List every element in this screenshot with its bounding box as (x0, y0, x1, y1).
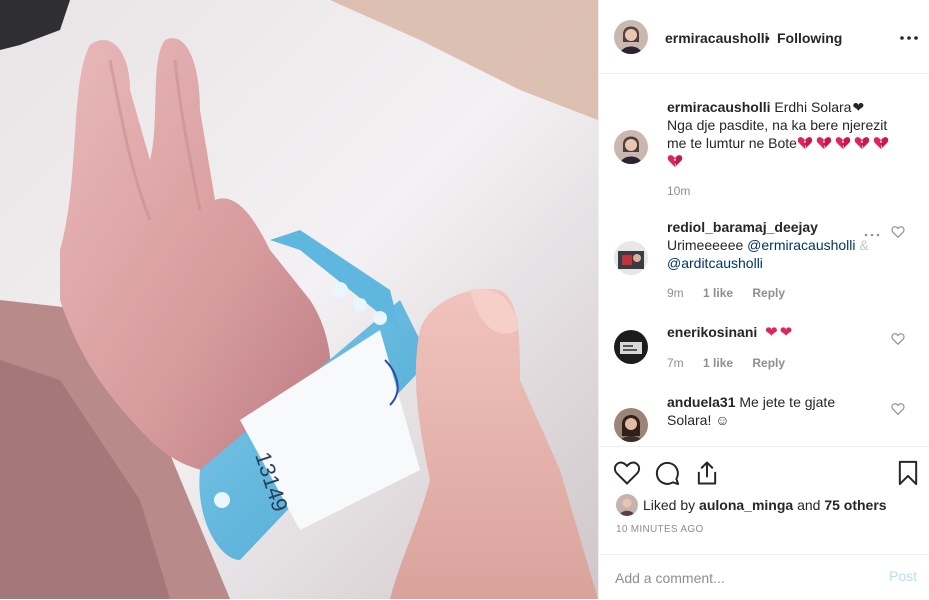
more-dots-icon[interactable] (899, 28, 919, 48)
comment-username[interactable]: anduela31 (667, 394, 735, 410)
comment-options-icon[interactable] (863, 227, 881, 237)
reply-button[interactable]: Reply (752, 286, 785, 300)
comment-text: enerikosinani ❤ ❤ (667, 323, 897, 342)
commenter-avatar[interactable] (614, 241, 648, 275)
post-timestamp[interactable]: 10 MINUTES AGO (616, 524, 704, 535)
post-photo[interactable]: 13149 (0, 0, 598, 599)
post-header: ermiracausholli • Following (599, 0, 929, 74)
liker-avatar[interactable] (616, 494, 638, 516)
comment-meta: 9m 1 like Reply (667, 286, 801, 300)
comment-time[interactable]: 9m (667, 286, 684, 300)
caption-line-3: me te lumtur ne Bote (667, 135, 797, 151)
caption-meta: 10m (667, 184, 706, 198)
separator-dot: • (765, 30, 770, 46)
comment-username[interactable]: enerikosinani (667, 324, 757, 340)
comment-body-2: Solara! ☺ (667, 412, 730, 428)
likes-mid: and (793, 497, 825, 513)
post-actions: Liked by aulona_minga and 75 others 10 M… (599, 446, 929, 599)
commenter-avatar[interactable] (614, 330, 648, 364)
broken-heart-icon (816, 137, 832, 149)
heart-outline-icon[interactable] (613, 459, 641, 487)
comment-like-icon[interactable] (891, 402, 905, 416)
likes-summary: Liked by aulona_minga and 75 others (643, 497, 887, 513)
broken-heart-icon (835, 137, 851, 149)
commenter-avatar[interactable] (614, 408, 648, 442)
likes-prefix: Liked by (643, 497, 700, 513)
red-heart-icon: ❤ (779, 324, 793, 341)
black-heart-icon: ❤ (852, 99, 865, 115)
broken-heart-icon (854, 137, 870, 149)
comment-input[interactable] (615, 567, 875, 589)
comment-like-icon[interactable] (891, 225, 905, 239)
author-avatar[interactable] (614, 20, 648, 54)
comment-body: Me jete te gjate (739, 394, 836, 410)
broken-heart-icon (873, 137, 889, 149)
reply-button[interactable]: Reply (752, 356, 785, 370)
baby-hand-photo: 13149 (0, 0, 598, 599)
bookmark-icon[interactable] (894, 459, 922, 487)
comment-username[interactable]: rediol_baramaj_deejay (667, 219, 818, 235)
post-button[interactable]: Post (889, 568, 917, 584)
caption-author-avatar[interactable] (614, 130, 648, 164)
mention-link[interactable]: @ermiracausholli (747, 237, 855, 253)
red-heart-icon: ❤ (765, 324, 778, 341)
likes-others-link[interactable]: 75 others (824, 497, 886, 513)
comments-list[interactable]: ermiracausholli Erdhi Solara❤ Nga dje pa… (599, 75, 929, 446)
comment-like-icon[interactable] (891, 332, 905, 346)
caption-text: ermiracausholli Erdhi Solara❤ Nga dje pa… (667, 98, 897, 170)
comment-time[interactable]: 7m (667, 356, 684, 370)
broken-heart-icon (667, 155, 683, 167)
comment-likes[interactable]: 1 like (703, 356, 733, 370)
comment-text: anduela31 Me jete te gjate Solara! ☺ (667, 393, 897, 429)
caption-line-1: Erdhi Solara (774, 99, 852, 115)
broken-heart-icon (797, 137, 813, 149)
following-button[interactable]: Following (777, 30, 842, 46)
share-icon[interactable] (693, 459, 721, 487)
caption-username[interactable]: ermiracausholli (667, 99, 771, 115)
liker-username[interactable]: aulona_minga (699, 497, 793, 513)
comment-meta: 7m 1 like Reply (667, 356, 801, 370)
mention-link[interactable]: @arditcausholli (667, 255, 763, 271)
comment-bubble-icon[interactable] (653, 459, 681, 487)
caption-time[interactable]: 10m (667, 184, 690, 198)
comment-body: Urimeeeeee (667, 237, 748, 253)
author-username[interactable]: ermiracausholli (665, 30, 769, 46)
caption-line-2: Nga dje pasdite, na ka bere njerezit (667, 117, 888, 133)
add-comment-bar: Post (599, 554, 929, 600)
comment-likes[interactable]: 1 like (703, 286, 733, 300)
post-side-panel: ermiracausholli • Following ermiracausho… (598, 0, 929, 599)
